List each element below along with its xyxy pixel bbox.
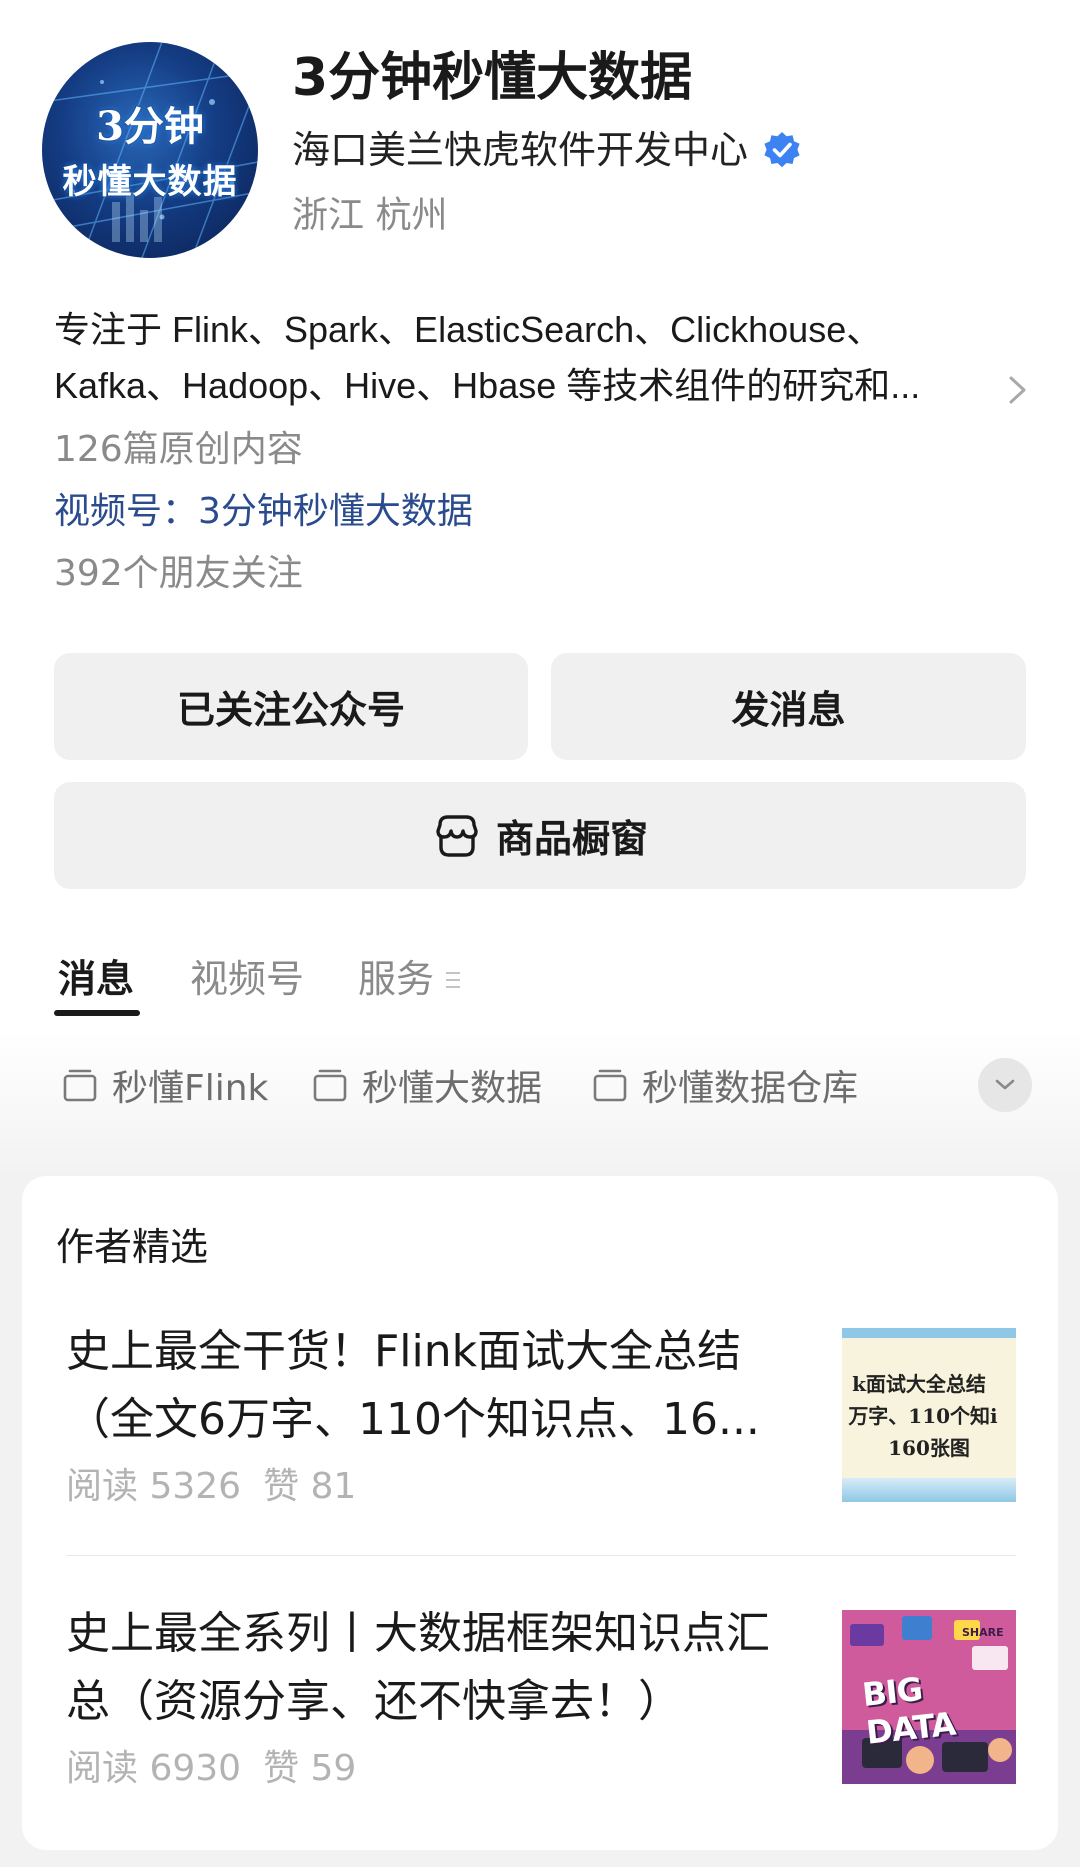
original-articles-count: 126篇原创内容: [54, 429, 303, 470]
followed-button-label: 已关注公众号: [176, 688, 405, 732]
verified-badge-icon: [764, 132, 800, 168]
collection-icon: [593, 1069, 627, 1102]
article-2-likes: 赞 59: [263, 1748, 357, 1789]
thumb-text-line3: 160张图: [888, 1436, 970, 1460]
collection-big-data[interactable]: 秒懂大数据: [312, 1060, 542, 1110]
friends-following-count[interactable]: 392个朋友关注: [54, 548, 303, 600]
article-1-title[interactable]: 史上最全干货！Flink面试大全总结 （全文6万字、110个知识点、16...: [66, 1318, 806, 1454]
avatar-text-line1: 3分钟: [96, 103, 204, 150]
shop-window-button-label: 商品橱窗: [495, 817, 648, 861]
article-2-title[interactable]: 史上最全系列丨大数据框架知识点汇 总（资源分享、还不快拿去！）: [66, 1600, 806, 1736]
article-divider: [66, 1555, 1016, 1556]
collection-label: 秒懂大数据: [362, 1068, 543, 1109]
video-channel-link[interactable]: 视频号：3分钟秒懂大数据: [54, 486, 473, 538]
org-row[interactable]: 海口美兰快虎软件开发中心: [292, 124, 802, 176]
account-location: 浙江 杭州: [292, 195, 448, 236]
chevron-right-icon[interactable]: [1005, 370, 1031, 410]
thumb-text-line1: k面试大全总结: [852, 1372, 986, 1396]
featured-section-title: 作者精选: [56, 1225, 209, 1269]
expand-collections-button[interactable]: [978, 1058, 1032, 1112]
article-2-reads: 阅读 6930: [66, 1748, 242, 1789]
thumb-share-label: SHARE: [962, 1626, 1004, 1639]
article-1-meta: 阅读 5326 赞 81: [66, 1462, 356, 1512]
collection-flink[interactable]: 秒懂Flink: [62, 1060, 268, 1110]
collection-icon: [313, 1069, 347, 1102]
collection-data-warehouse[interactable]: 秒懂数据仓库: [592, 1060, 858, 1110]
menu-icon[interactable]: [444, 970, 462, 990]
article-1-title-line2: （全文6万字、110个知识点、16...: [66, 1394, 760, 1445]
bio-line-2: Kafka、Hadoop、Hive、Hbase 等技术组件的研究和...: [54, 365, 921, 406]
chevron-down-icon: [995, 1079, 1015, 1090]
thumb-band-top: [842, 1328, 1016, 1338]
article-1-title-line1: 史上最全干货！Flink面试大全总结: [66, 1326, 742, 1377]
tab-video-channel[interactable]: 视频号: [190, 952, 304, 1006]
account-avatar[interactable]: 3分钟 秒懂大数据: [42, 42, 258, 258]
tab-services[interactable]: 服务: [358, 952, 434, 1006]
send-message-button[interactable]: 发消息: [551, 653, 1026, 760]
bio-line-1: 专注于 Flink、Spark、ElasticSearch、Clickhouse…: [54, 309, 883, 350]
thumb-text-line2: 万字、110个知i: [848, 1404, 998, 1428]
article-1-thumbnail[interactable]: k面试大全总结 万字、110个知i 160张图: [842, 1328, 1016, 1502]
avatar-text-line2: 秒懂大数据: [62, 162, 238, 202]
article-2-thumbnail[interactable]: SHARE BIG DATA: [842, 1610, 1016, 1784]
shop-window-button[interactable]: 商品橱窗: [54, 782, 1026, 889]
shop-icon: [436, 814, 478, 857]
collection-label: 秒懂数据仓库: [642, 1068, 859, 1109]
thumb-big-data-text: BIG DATA: [860, 1669, 957, 1752]
tab-messages[interactable]: 消息: [58, 952, 134, 1006]
send-message-button-label: 发消息: [731, 688, 846, 732]
account-name: 3分钟秒懂大数据: [292, 48, 693, 108]
active-tab-indicator: [54, 1010, 140, 1016]
collection-icon: [63, 1069, 97, 1102]
account-bio[interactable]: 专注于 Flink、Spark、ElasticSearch、Clickhouse…: [54, 302, 994, 414]
thumb-band-bottom: [842, 1478, 1016, 1502]
article-1-reads: 阅读 5326: [66, 1466, 242, 1507]
article-2-title-line2: 总（资源分享、还不快拿去！）: [66, 1676, 682, 1727]
article-2-title-line1: 史上最全系列丨大数据框架知识点汇: [66, 1608, 770, 1659]
collection-label: 秒懂Flink: [112, 1068, 269, 1109]
article-2-meta: 阅读 6930 赞 59: [66, 1744, 356, 1794]
article-1-likes: 赞 81: [263, 1466, 357, 1507]
followed-button[interactable]: 已关注公众号: [54, 653, 528, 760]
org-name: 海口美兰快虎软件开发中心: [292, 128, 749, 172]
